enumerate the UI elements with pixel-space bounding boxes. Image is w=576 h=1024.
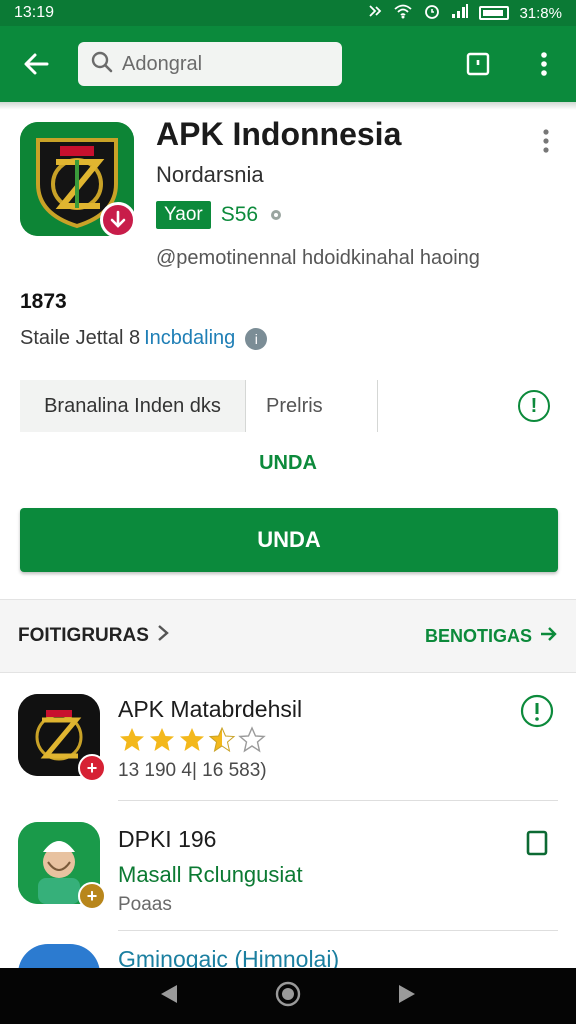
alarm-icon — [423, 2, 441, 24]
section-right-label: BENOTIGAS — [424, 625, 532, 646]
add-badge-icon: + — [78, 754, 106, 782]
list-item-meta: Poaas — [118, 894, 172, 915]
tag-row: Yaor S56 — [156, 201, 284, 229]
status-line: Staile Jettal 8 Incbdaling i — [20, 327, 268, 350]
status-time: 13:19 — [14, 4, 55, 21]
list-item-icon: + — [18, 822, 106, 910]
search-icon — [90, 50, 114, 79]
nav-back-icon[interactable] — [157, 982, 181, 1011]
app-icon — [20, 122, 136, 238]
add-badge-icon: + — [78, 882, 106, 910]
more-options-icon[interactable] — [534, 128, 558, 156]
search-input[interactable]: Adongral — [78, 42, 342, 86]
list-item[interactable]: + APK Matabrdehsil 13 190 4| 16 583) — [0, 690, 576, 800]
square-icon[interactable] — [520, 826, 554, 860]
install-button[interactable]: UNDA — [20, 508, 558, 572]
rating-stars — [118, 726, 268, 754]
app-bar: Adongral — [0, 26, 576, 102]
section-header: FOITIGRURAS BENOTIGAS — [0, 599, 576, 673]
overflow-menu-icon[interactable] — [524, 44, 564, 84]
list-item-title: APK Matabrdehsil — [118, 696, 303, 722]
nfc-icon — [367, 3, 383, 23]
section-left[interactable]: FOITIGRURAS — [18, 624, 169, 648]
list-divider — [118, 930, 558, 931]
download-badge-icon — [100, 202, 136, 238]
wifi-icon — [393, 3, 413, 23]
nav-home-icon[interactable] — [274, 980, 302, 1013]
battery-level: 31:8% — [519, 4, 562, 22]
back-arrow-icon[interactable] — [16, 44, 56, 84]
list-item-icon: + — [18, 694, 106, 782]
stat-number: 1873 — [20, 290, 67, 313]
alert-circle-icon[interactable] — [520, 694, 554, 728]
list-item-meta: 13 190 4| 16 583) — [118, 760, 267, 781]
status-bar: 13:19 31:8% — [0, 0, 576, 26]
bookmark-icon[interactable] — [458, 44, 498, 84]
developer-name[interactable]: Nordarsnia — [156, 162, 264, 188]
signal-icon — [451, 3, 469, 23]
list-item-subtitle: Masall Rclungusiat — [118, 862, 303, 887]
alert-circle-icon[interactable]: ! — [518, 390, 550, 422]
section-right[interactable]: BENOTIGAS — [425, 626, 558, 647]
search-placeholder: Adongral — [122, 52, 203, 75]
battery-icon — [479, 6, 510, 20]
segment-middle[interactable]: Prelris — [246, 380, 378, 432]
segment-right[interactable]: ! — [378, 380, 556, 432]
segment-left[interactable]: Branalina Inden dks — [20, 380, 246, 432]
status-icons: 31:8% — [367, 2, 562, 24]
gear-icon — [268, 207, 284, 223]
info-icon[interactable]: i — [245, 327, 268, 350]
list-item[interactable]: + DPKI 196 Masall Rclungusiat Poaas — [0, 818, 576, 928]
status-text: Staile Jettal 8 — [20, 327, 141, 349]
list-divider — [118, 800, 558, 801]
green-link[interactable]: UNDA — [0, 452, 576, 475]
app-title: APK Indonnesia — [156, 116, 402, 152]
app-handle: @pemotinennal hdoidkinahal haoing — [156, 247, 480, 269]
nav-recents-icon[interactable] — [395, 982, 419, 1011]
arrow-right-icon — [540, 626, 558, 647]
list-item-title: DPKI 196 — [118, 826, 217, 852]
header-shadow — [0, 102, 576, 110]
navigation-bar — [0, 968, 576, 1024]
segmented-row: Branalina Inden dks Prelris ! — [20, 380, 556, 432]
category-tag[interactable]: Yaor — [156, 201, 211, 229]
section-left-label: FOITIGRURAS — [18, 625, 149, 646]
tag-count: S56 — [220, 203, 259, 226]
status-link[interactable]: Incbdaling — [144, 327, 235, 350]
chevron-right-icon — [157, 624, 169, 648]
